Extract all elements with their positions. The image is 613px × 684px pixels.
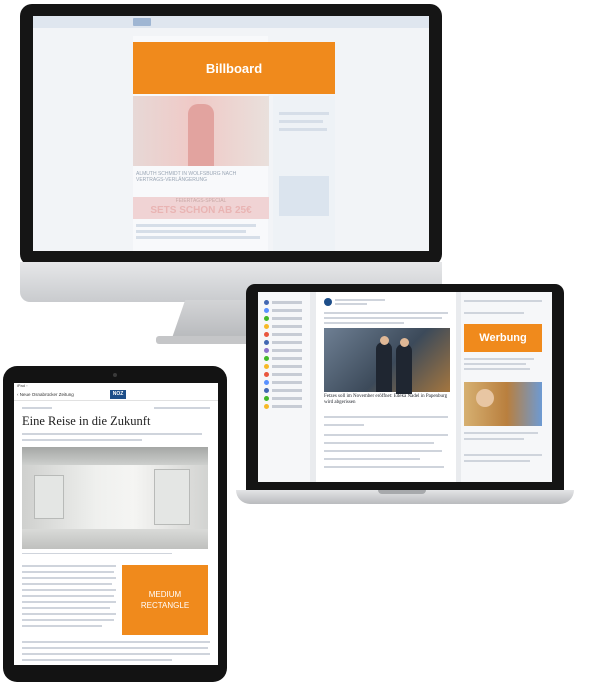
post-caption[interactable]: Fetzes soll im November eröffnet: Edeka … [324, 394, 448, 406]
macbook-screen: Fetzes soll im November eröffnet: Edeka … [258, 292, 552, 482]
sidebar-item [264, 388, 304, 394]
like-action-line[interactable] [324, 424, 364, 426]
sidebar-image [279, 176, 329, 216]
article-subline [22, 433, 202, 435]
comment-line [324, 466, 444, 468]
article-text-line [22, 647, 208, 649]
article-meta-line [154, 407, 210, 409]
article-text-line [22, 565, 116, 567]
site-topbar [33, 16, 429, 28]
article-text-line [22, 583, 112, 585]
person-head [380, 336, 389, 345]
capsule-pod [34, 475, 64, 519]
ipad-screen: iPad ◦ ‹ Neue Osnabrücker Zeitung NOZ Ei… [14, 383, 218, 665]
sidebar-item [264, 356, 304, 362]
ad-text-line [464, 432, 538, 434]
article-text-line [22, 641, 210, 643]
article-text-line [22, 595, 114, 597]
sidebar-item [264, 316, 304, 322]
macbook-notch [378, 490, 426, 494]
article-text-line [22, 653, 210, 655]
post-author-line [335, 299, 385, 301]
site-logo [133, 18, 151, 26]
ad-text-line [464, 363, 526, 365]
back-button[interactable]: ‹ Neue Osnabrücker Zeitung [17, 392, 74, 397]
sidebar-item [264, 404, 304, 410]
sidebar-item [264, 340, 304, 346]
medium-rect-line2: RECTANGLE [140, 601, 190, 610]
site-text-line [136, 236, 260, 239]
site-text-line [279, 128, 327, 131]
ad-image[interactable] [464, 382, 542, 426]
person-figure [376, 342, 392, 392]
article-text-line [22, 571, 114, 573]
hero-person [188, 104, 214, 166]
article-photo-floor [22, 529, 208, 549]
sidebar-item [264, 380, 304, 386]
medium-rectangle-ad: MEDIUM RECTANGLE [122, 565, 208, 635]
article-text-line [22, 589, 116, 591]
sidebar-item [264, 372, 304, 378]
article-meta-line [22, 407, 52, 409]
ad-text-line [464, 358, 534, 360]
billboard-ad: Billboard [133, 42, 335, 94]
post-time-line [335, 303, 367, 305]
sidebar-item [264, 308, 304, 314]
site-text-line [279, 112, 329, 115]
sidebar-item [264, 332, 304, 338]
promo-subtitle: SETS SCHON AB 25€ [150, 205, 252, 216]
post-text-line [324, 322, 404, 324]
site-text-line [279, 120, 323, 123]
medium-rect-line1: MEDIUM [148, 590, 182, 599]
photo-caption-line [22, 553, 172, 554]
capsule-pod [154, 469, 190, 525]
post-text-line [324, 317, 442, 319]
article-text-line [22, 619, 114, 621]
post-divider [324, 416, 448, 418]
promo-title: FEIERTAGS-SPECIAL [175, 198, 227, 204]
post-text-line [324, 312, 448, 314]
imac-screen: ALMUTH SCHMIDT IN WOLFSBURG NACH VERTRAG… [33, 16, 429, 251]
article-text-line [22, 659, 172, 661]
comment-line [324, 458, 420, 460]
right-column-line [464, 312, 524, 314]
person-head [400, 338, 409, 347]
werbung-ad: Werbung [464, 324, 542, 352]
sidebar-item [264, 396, 304, 402]
article-text-line [22, 613, 116, 615]
comment-line [324, 450, 442, 452]
article-subline [22, 439, 142, 441]
site-text-line [136, 230, 246, 233]
article-photo-ceiling [22, 447, 208, 465]
ad-person [476, 389, 494, 407]
site-text-line [136, 224, 256, 227]
page-avatar [324, 298, 332, 306]
hero-headline: ALMUTH SCHMIDT IN WOLFSBURG NACH VERTRAG… [136, 171, 237, 183]
article-text-line [22, 601, 116, 603]
article-text-line [22, 607, 110, 609]
ipad-camera [113, 373, 117, 377]
article-text-line [22, 625, 102, 627]
article-text-line [22, 577, 116, 579]
footer-line [464, 460, 530, 462]
noz-logo: NOZ [110, 390, 126, 399]
sidebar-item [264, 364, 304, 370]
comment-line [324, 442, 434, 444]
article-headline: Eine Reise in die Zukunft [22, 414, 151, 428]
ad-text-line [464, 368, 530, 370]
person-figure [396, 344, 412, 394]
sidebar-item [264, 324, 304, 330]
comment-line [324, 434, 448, 436]
sidebar-item [264, 348, 304, 354]
footer-line [464, 454, 542, 456]
right-column-line [464, 300, 542, 302]
sidebar-item [264, 300, 304, 306]
ad-text-line [464, 438, 524, 440]
